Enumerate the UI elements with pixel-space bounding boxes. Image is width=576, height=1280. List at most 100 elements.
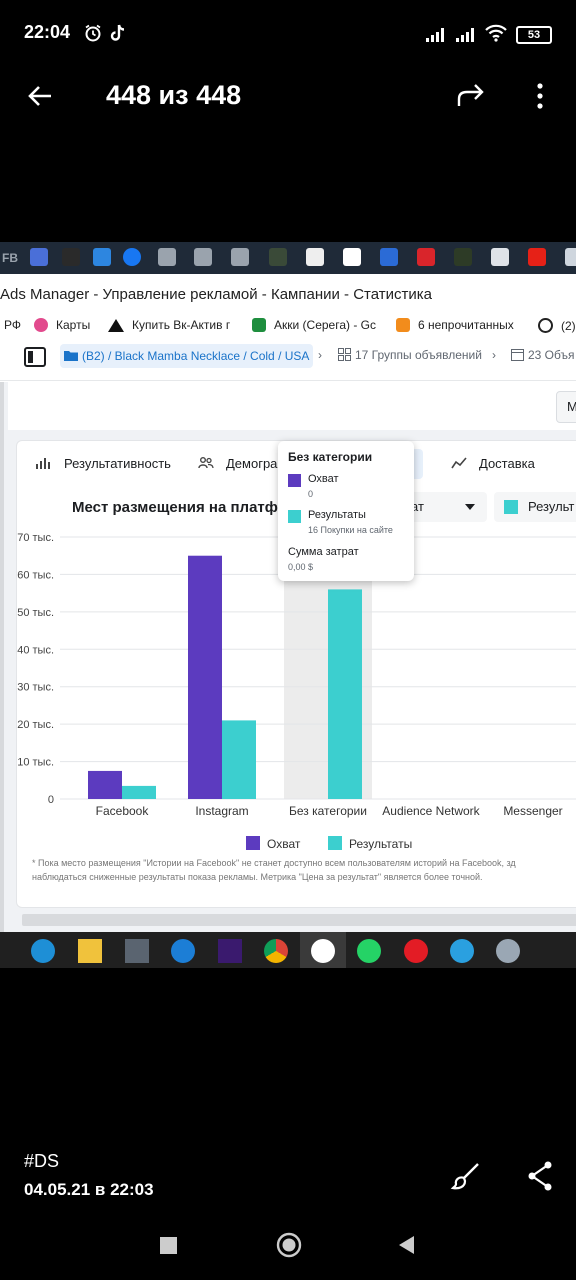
tooltip-results-value: 16 Покупки на сайте [308, 525, 393, 535]
y-tick-label: 30 тыс. [17, 682, 54, 694]
signal-icon [456, 28, 474, 42]
chevron-right-icon: › [492, 348, 496, 362]
y-tick-label: 10 тыс. [17, 757, 54, 769]
x-tick-label: Facebook [96, 804, 150, 818]
browser-tab-icon[interactable] [194, 248, 212, 266]
browser-tab-icon[interactable] [343, 248, 361, 266]
sidebar-toggle-icon[interactable] [24, 347, 46, 367]
edge-icon[interactable] [31, 939, 55, 963]
home-button[interactable] [276, 1232, 302, 1258]
browser-tab-icon[interactable] [158, 248, 176, 266]
horizontal-scrollbar[interactable] [22, 914, 576, 926]
tab-performance[interactable]: Результативность [36, 456, 171, 471]
chart-legend: Охват Результаты [246, 836, 412, 851]
arrow-circle-icon [538, 318, 553, 333]
nav-back-button[interactable] [396, 1234, 416, 1256]
tooltip-spend-value: 0,00 $ [288, 562, 314, 572]
tooltip-results-label: Результаты [308, 509, 366, 521]
bar-reach [188, 555, 222, 799]
facebook-tab-icon[interactable] [123, 248, 141, 266]
sheets-icon [252, 318, 266, 332]
tab-delivery[interactable]: Доставка [451, 456, 535, 471]
back-arrow-icon[interactable] [26, 82, 54, 110]
bar-results [328, 589, 362, 799]
browser-tab-icon[interactable] [231, 248, 249, 266]
bookmark-label: Купить Вк-Актив г [132, 318, 231, 332]
wifi-icon [485, 24, 507, 42]
bookmark-maps[interactable]: Карты [34, 318, 90, 332]
calendar-icon [511, 349, 524, 361]
browser-tab-icon[interactable] [380, 248, 398, 266]
top-right-button[interactable]: М [556, 391, 576, 423]
chart-footnote: * Пока место размещения "Истории на Face… [32, 856, 576, 884]
x-tick-label: Audience Network [382, 804, 480, 818]
tooltip-spend-label: Сумма затрат [288, 546, 359, 558]
windows-taskbar [0, 932, 576, 968]
footnote-line: * Пока место размещения "Истории на Face… [32, 858, 516, 868]
share-icon[interactable] [526, 1160, 554, 1192]
yandex-browser-icon[interactable] [311, 939, 335, 963]
app-icon[interactable] [496, 939, 520, 963]
tab-label: Демогра [226, 456, 278, 471]
bookmark-buy[interactable]: Купить Вк-Актив г [108, 318, 230, 332]
tab-label: FB [2, 251, 18, 265]
whatsapp-icon[interactable] [357, 939, 381, 963]
tab-label: Результативность [64, 456, 171, 471]
bar-results [122, 785, 156, 799]
status-time: 22:04 [24, 22, 71, 42]
bookmark-more[interactable]: (2) [538, 318, 576, 333]
y-tick-label: 70 тыс. [17, 532, 54, 544]
adsets-breadcrumb[interactable]: 17 Группы объявлений [338, 348, 482, 362]
battery-indicator: 53 [516, 26, 552, 44]
browser-tab-icon[interactable] [30, 248, 48, 266]
file-explorer-icon[interactable] [78, 939, 102, 963]
youtube-tab-icon[interactable] [528, 248, 546, 266]
battery-cap [550, 31, 552, 37]
bar-chart-icon [36, 458, 50, 469]
caret-down-icon [465, 504, 475, 510]
bookmark-item[interactable]: РФ [4, 318, 21, 332]
browser-tab-icon[interactable] [306, 248, 324, 266]
ads-crumb-label: 23 Объя [528, 348, 575, 362]
tiktok-icon [110, 24, 125, 41]
chart-tooltip: Без категории Охват 0 Результаты 16 Поку… [278, 441, 414, 581]
browser-tab-icon[interactable] [454, 248, 472, 266]
browser-tab-icon[interactable] [491, 248, 509, 266]
browser-tab-icon[interactable] [565, 248, 576, 266]
bar-results [222, 720, 256, 799]
telegram-icon[interactable] [450, 939, 474, 963]
tab-label: Доставка [479, 456, 535, 471]
top-card [8, 382, 576, 430]
tooltip-reach-value: 0 [308, 489, 314, 499]
more-menu-icon[interactable] [532, 82, 548, 110]
edit-brush-icon[interactable] [450, 1160, 482, 1192]
browser-tab-icon[interactable] [417, 248, 435, 266]
window-title: Ads Manager - Управление рекламой - Камп… [0, 286, 432, 303]
browser-tab-icon[interactable] [269, 248, 287, 266]
x-tick-label: Instagram [195, 804, 248, 818]
bookmark-ok[interactable]: 6 непрочитанных [396, 318, 514, 332]
campaign-crumb-label: (B2) / Black Mamba Necklace / Cold / USA [82, 349, 310, 363]
recents-button[interactable] [160, 1237, 177, 1254]
tab-demographics[interactable]: Демогра [198, 456, 277, 471]
bookmark-label: 6 непрочитанных [418, 318, 514, 332]
footnote-line: наблюдаться сниженные результаты показа … [32, 872, 483, 882]
embedded-screenshot: FB Ads Manager - Управление рекламой - К… [0, 242, 576, 968]
chrome-icon[interactable] [264, 939, 288, 963]
bar-reach [88, 770, 122, 799]
opera-icon[interactable] [404, 939, 428, 963]
maps-icon [34, 318, 48, 332]
teamviewer-icon[interactable] [171, 939, 195, 963]
browser-tab-icon[interactable] [93, 248, 111, 266]
x-tick-label: Без категории [289, 804, 367, 818]
bookmark-sheets[interactable]: Акки (Серега) - Gc [252, 318, 376, 332]
trend-icon [451, 457, 467, 469]
ads-breadcrumb[interactable]: 23 Объя [511, 348, 575, 362]
caption-hashtag: #DS [24, 1151, 60, 1171]
forward-icon[interactable] [456, 82, 486, 110]
browser-tab-icon[interactable] [62, 248, 80, 266]
calculator-icon[interactable] [125, 939, 149, 963]
app-icon[interactable] [218, 939, 242, 963]
folder-icon [64, 351, 78, 361]
campaign-breadcrumb[interactable]: (B2) / Black Mamba Necklace / Cold / USA [60, 344, 314, 368]
